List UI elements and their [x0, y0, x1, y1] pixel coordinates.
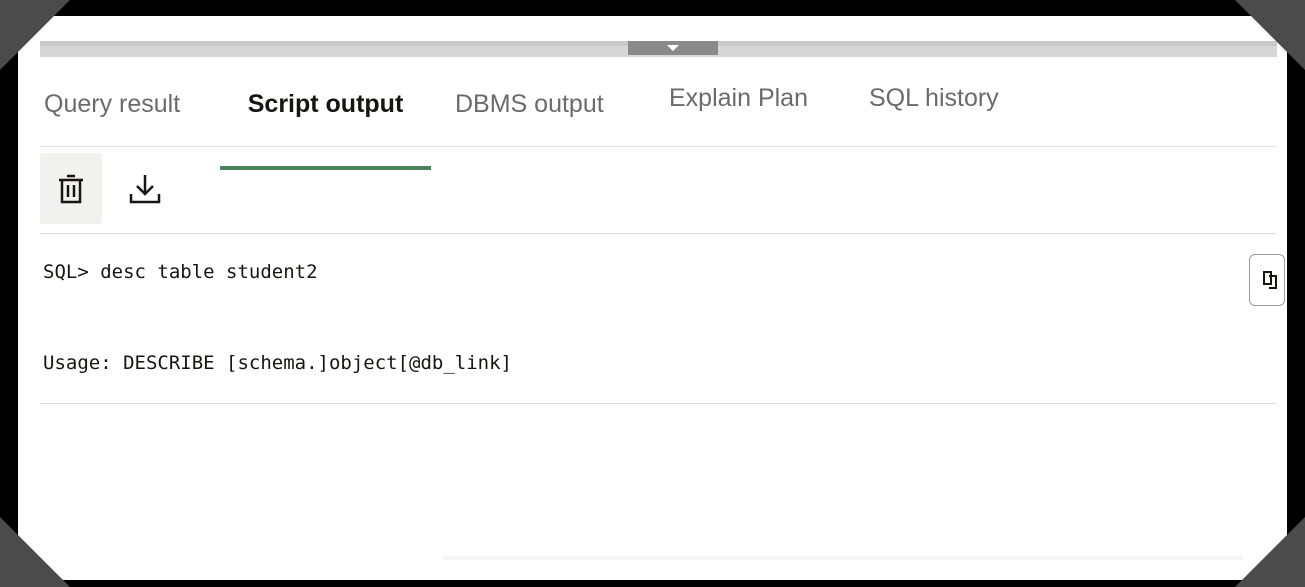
screenshot-corner-top-right — [1235, 0, 1305, 70]
clear-output-button[interactable] — [40, 153, 102, 224]
chevron-down-icon — [667, 45, 679, 51]
output-line: SQL> desc table student2 — [43, 261, 318, 283]
copy-output-button[interactable] — [1249, 254, 1285, 306]
screenshot-corner-bottom-left — [0, 517, 70, 587]
tab-label: SQL history — [869, 84, 999, 112]
screenshot-corner-top-left — [0, 0, 70, 70]
output-toolbar — [40, 153, 1277, 234]
output-tabs: Query result Script output DBMS output E… — [40, 66, 1277, 170]
copy-icon — [1263, 271, 1277, 289]
tab-label: DBMS output — [455, 90, 604, 118]
scroll-track — [443, 556, 1243, 560]
tab-sql-history[interactable]: SQL history — [869, 66, 999, 163]
output-panel: Query result Script output DBMS output E… — [18, 16, 1287, 580]
tab-label: Query result — [44, 90, 181, 118]
download-icon — [129, 174, 161, 203]
output-line: Usage: DESCRIBE [schema.]object[@db_link… — [43, 352, 512, 374]
panel-splitter[interactable] — [40, 41, 1277, 57]
trash-icon — [59, 174, 83, 203]
download-output-button[interactable] — [114, 153, 176, 224]
tab-label: Script output — [247, 90, 404, 118]
script-output-area: SQL> desc table student2 Usage: DESCRIBE… — [40, 234, 1285, 404]
tab-label: Explain Plan — [669, 84, 808, 112]
screenshot-corner-bottom-right — [1235, 517, 1305, 587]
tab-explain-plan[interactable]: Explain Plan — [669, 66, 808, 163]
collapse-panel-button[interactable] — [628, 41, 718, 55]
